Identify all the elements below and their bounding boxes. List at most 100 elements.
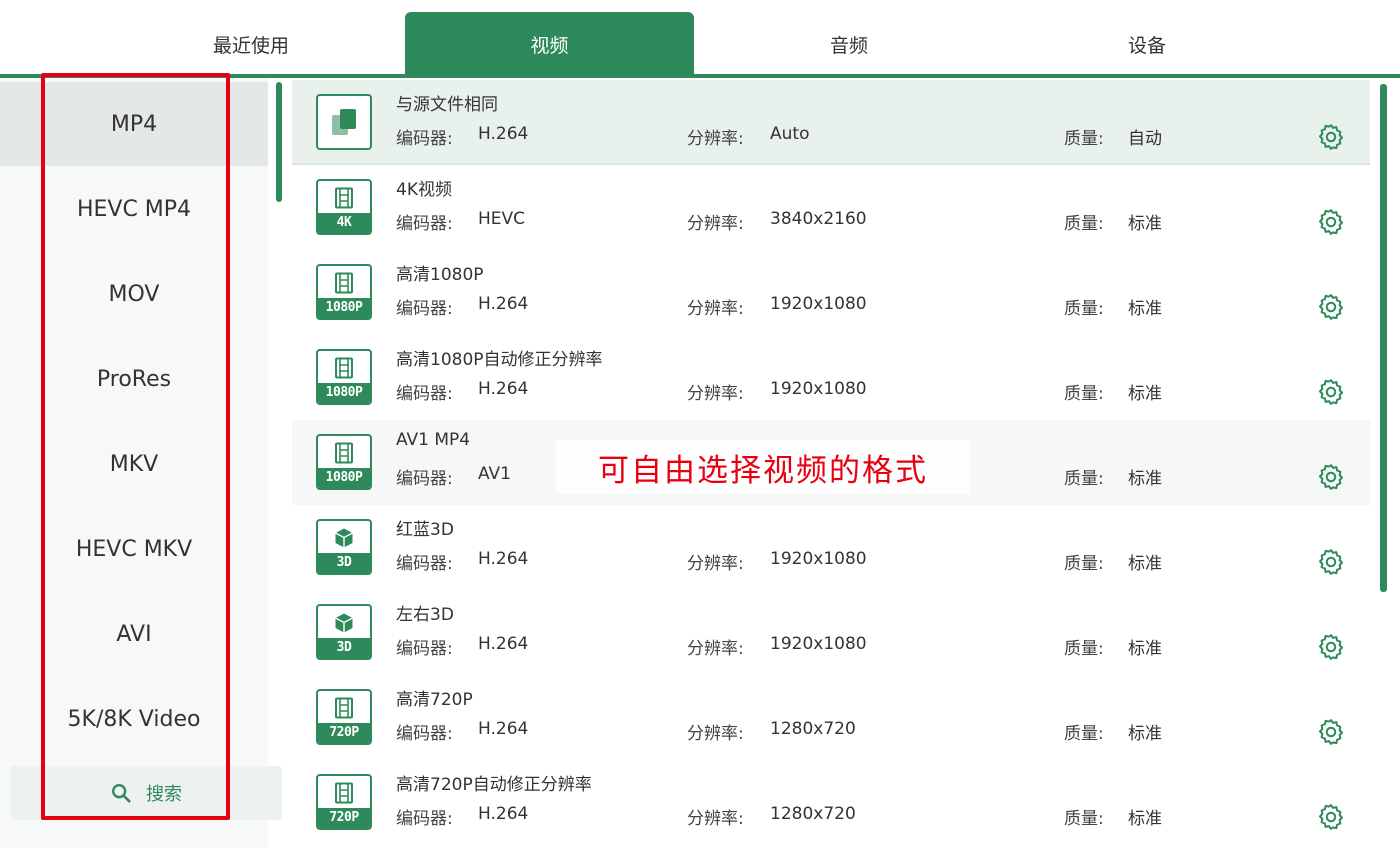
list-scrollbar[interactable] — [1380, 84, 1387, 592]
quality-value: 标准 — [1128, 809, 1162, 829]
sidebar-item-mkv[interactable]: MKV — [0, 422, 268, 506]
tab-device[interactable]: 设备 — [1002, 12, 1292, 76]
codec-label: 编码器: — [396, 299, 453, 319]
resolution-badge: 1080P — [318, 468, 370, 488]
gear-icon[interactable] — [1316, 547, 1346, 577]
sidebar-item-mov[interactable]: MOV — [0, 252, 268, 336]
resolution-label: 分辨率: — [687, 299, 744, 319]
gear-icon[interactable] — [1316, 717, 1346, 747]
resolution-value: 1280x720 — [770, 804, 856, 824]
resolution-label: 分辨率: — [687, 809, 744, 829]
codec-value: H.264 — [478, 549, 529, 569]
preset-name: 高清1080P — [396, 265, 484, 285]
sidebar-item-avi[interactable]: AVI — [0, 592, 268, 676]
gear-icon[interactable] — [1316, 802, 1346, 832]
quality-value: 标准 — [1128, 554, 1162, 574]
codec-label: 编码器: — [396, 639, 453, 659]
resolution-badge: 4K — [318, 213, 370, 233]
sidebar-item-prores[interactable]: ProRes — [0, 337, 268, 421]
quality-value: 标准 — [1128, 299, 1162, 319]
resolution-label: 分辨率: — [687, 724, 744, 744]
gear-icon[interactable] — [1316, 207, 1346, 237]
copy-icon — [316, 94, 372, 150]
preset-row[interactable]: 3D 红蓝3D 编码器: H.264 分辨率: 1920x1080 质量: 标准 — [292, 505, 1370, 590]
resolution-value: 1920x1080 — [770, 379, 867, 399]
codec-label: 编码器: — [396, 129, 453, 149]
gear-icon[interactable] — [1316, 122, 1346, 152]
codec-value: H.264 — [478, 379, 529, 399]
tab-bar: 最近使用 视频 音频 设备 — [0, 0, 1400, 78]
preset-name: 4K视频 — [396, 180, 452, 200]
sidebar-item-hevc-mkv[interactable]: HEVC MKV — [0, 507, 268, 591]
film-icon: 4K — [316, 179, 372, 235]
resolution-value: 1280x720 — [770, 719, 856, 739]
codec-value: H.264 — [478, 804, 529, 824]
quality-label: 质量: — [1064, 299, 1104, 319]
preset-name: 与源文件相同 — [396, 95, 498, 115]
gear-icon[interactable] — [1316, 632, 1346, 662]
resolution-value: 1920x1080 — [770, 549, 867, 569]
quality-value: 标准 — [1128, 724, 1162, 744]
preset-row[interactable]: 3D 左右3D 编码器: H.264 分辨率: 1920x1080 质量: 标准 — [292, 590, 1370, 675]
annotation-caption: 可自由选择视频的格式 — [556, 440, 970, 494]
tab-audio[interactable]: 音频 — [704, 12, 994, 76]
quality-value: 标准 — [1128, 384, 1162, 404]
quality-value: 自动 — [1128, 129, 1162, 149]
resolution-label: 分辨率: — [687, 384, 744, 404]
preset-name: AV1 MP4 — [396, 430, 471, 450]
codec-label: 编码器: — [396, 469, 453, 489]
codec-value: H.264 — [478, 719, 529, 739]
codec-label: 编码器: — [396, 554, 453, 574]
codec-value: H.264 — [478, 294, 529, 314]
tab-video[interactable]: 视频 — [405, 12, 694, 76]
sidebar-scrollbar[interactable] — [276, 82, 282, 202]
codec-label: 编码器: — [396, 214, 453, 234]
codec-label: 编码器: — [396, 724, 453, 744]
gear-icon[interactable] — [1316, 462, 1346, 492]
preset-row[interactable]: 720P 高清720P 编码器: H.264 分辨率: 1280x720 质量:… — [292, 675, 1370, 760]
resolution-value: 1920x1080 — [770, 634, 867, 654]
search-button[interactable]: 搜索 — [10, 766, 282, 820]
format-sidebar: MP4 HEVC MP4 MOV ProRes MKV HEVC MKV AVI… — [0, 78, 282, 848]
film-icon: 720P — [316, 689, 372, 745]
preset-row[interactable]: 1080P 高清1080P 编码器: H.264 分辨率: 1920x1080 … — [292, 250, 1370, 335]
quality-label: 质量: — [1064, 129, 1104, 149]
preset-name: 左右3D — [396, 605, 454, 625]
resolution-value: 3840x2160 — [770, 209, 867, 229]
cube-icon: 3D — [316, 519, 372, 575]
resolution-value: Auto — [770, 124, 810, 144]
gear-icon[interactable] — [1316, 292, 1346, 322]
quality-label: 质量: — [1064, 214, 1104, 234]
resolution-label: 分辨率: — [687, 214, 744, 234]
resolution-badge: 1080P — [318, 383, 370, 403]
preset-row[interactable]: 1080P 高清1080P自动修正分辨率 编码器: H.264 分辨率: 192… — [292, 335, 1370, 420]
quality-label: 质量: — [1064, 554, 1104, 574]
codec-value: H.264 — [478, 634, 529, 654]
resolution-value: 1920x1080 — [770, 294, 867, 314]
resolution-badge: 3D — [318, 553, 370, 573]
format-picker-window: 最近使用 视频 音频 设备 MP4 HEVC MP4 MOV ProRes MK… — [0, 0, 1400, 848]
resolution-label: 分辨率: — [687, 554, 744, 574]
preset-row[interactable]: 4K 4K视频 编码器: HEVC 分辨率: 3840x2160 质量: 标准 — [292, 165, 1370, 250]
codec-value: AV1 — [478, 464, 511, 484]
film-icon: 1080P — [316, 264, 372, 320]
preset-name: 高清720P — [396, 690, 473, 710]
film-icon: 720P — [316, 774, 372, 830]
sidebar-item-5k-8k-video[interactable]: 5K/8K Video — [0, 677, 268, 761]
codec-label: 编码器: — [396, 809, 453, 829]
preset-name: 红蓝3D — [396, 520, 454, 540]
tab-recent[interactable]: 最近使用 — [106, 12, 396, 76]
sidebar-item-hevc-mp4[interactable]: HEVC MP4 — [0, 167, 268, 251]
resolution-badge: 3D — [318, 638, 370, 658]
preset-row[interactable]: 720P 高清720P自动修正分辨率 编码器: H.264 分辨率: 1280x… — [292, 760, 1370, 845]
codec-label: 编码器: — [396, 384, 453, 404]
quality-label: 质量: — [1064, 639, 1104, 659]
quality-label: 质量: — [1064, 809, 1104, 829]
gear-icon[interactable] — [1316, 377, 1346, 407]
cube-icon: 3D — [316, 604, 372, 660]
film-icon: 1080P — [316, 434, 372, 490]
resolution-label: 分辨率: — [687, 639, 744, 659]
preset-row[interactable]: 与源文件相同 编码器: H.264 分辨率: Auto 质量: 自动 — [292, 80, 1370, 165]
resolution-badge: 720P — [318, 723, 370, 743]
sidebar-item-mp4[interactable]: MP4 — [0, 82, 268, 166]
